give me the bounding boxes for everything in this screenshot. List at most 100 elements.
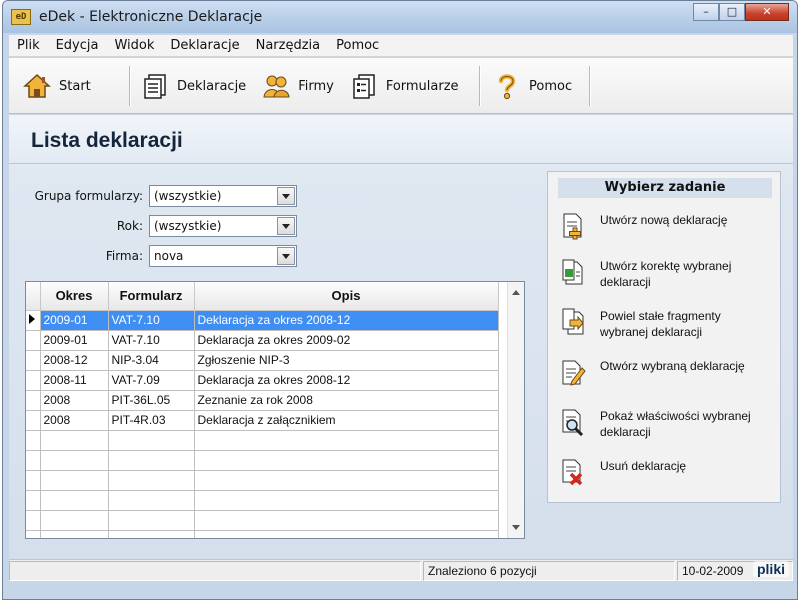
correction-document-icon bbox=[562, 259, 583, 285]
cell-opis[interactable]: Deklaracja za okres 2008-12 bbox=[194, 370, 499, 391]
header-formularz[interactable]: Formularz bbox=[108, 282, 195, 311]
cell-okres[interactable]: 2009-01 bbox=[40, 330, 109, 351]
menu-deklaracje[interactable]: Deklaracje bbox=[162, 35, 247, 57]
deklaracje-button[interactable]: Deklaracje bbox=[133, 66, 254, 106]
grupa-label: Grupa formularzy: bbox=[34, 189, 143, 203]
empty-table-row bbox=[26, 530, 499, 538]
firma-row: Firma: nova bbox=[17, 245, 297, 267]
firma-value: nova bbox=[154, 249, 184, 263]
firma-label: Firma: bbox=[105, 249, 143, 263]
status-bar: Znaleziono 6 pozycji 10-02-2009 bbox=[9, 559, 793, 581]
header-okres[interactable]: Okres bbox=[40, 282, 109, 311]
task-properties[interactable]: Pokaż właściwości wybranej deklaracji bbox=[560, 408, 760, 440]
pomoc-label: Pomoc bbox=[529, 78, 573, 94]
task-duplicate[interactable]: Powiel stałe fragmenty wybranej deklarac… bbox=[560, 308, 760, 340]
menu-edycja[interactable]: Edycja bbox=[48, 35, 107, 57]
empty-cell bbox=[26, 430, 41, 451]
start-button[interactable]: Start bbox=[15, 66, 99, 106]
chevron-down-icon[interactable] bbox=[277, 187, 295, 205]
header-opis[interactable]: Opis bbox=[194, 282, 499, 311]
cell-formularz[interactable]: VAT-7.10 bbox=[108, 330, 195, 351]
scroll-down-icon[interactable] bbox=[512, 525, 520, 530]
table-scrollbar[interactable] bbox=[507, 282, 524, 538]
edit-document-icon bbox=[562, 360, 586, 386]
table-row[interactable]: 2008 PIT-36L.05 Zeznanie za rok 2008 bbox=[26, 390, 499, 411]
cell-okres[interactable]: 2009-01 bbox=[40, 310, 109, 331]
menu-plik[interactable]: Plik bbox=[9, 35, 48, 57]
cell-okres[interactable]: 2008 bbox=[40, 390, 109, 411]
task-new-declaration[interactable]: Utwórz nową deklarację bbox=[560, 212, 760, 240]
firmy-button[interactable]: Firmy bbox=[254, 66, 342, 106]
menu-bar: Plik Edycja Widok Deklaracje Narzędzia P… bbox=[9, 35, 793, 57]
empty-cell bbox=[40, 450, 109, 471]
copy-document-icon bbox=[562, 308, 584, 335]
menu-widok[interactable]: Widok bbox=[106, 35, 162, 57]
formularze-button[interactable]: Formularze bbox=[342, 66, 467, 106]
cell-opis[interactable]: Deklaracja za okres 2008-12 bbox=[194, 310, 499, 331]
row-indicator bbox=[26, 310, 41, 331]
cell-formularz[interactable]: NIP-3.04 bbox=[108, 350, 195, 371]
scroll-up-icon[interactable] bbox=[512, 290, 520, 295]
status-left bbox=[9, 561, 421, 581]
empty-table-row bbox=[26, 450, 499, 471]
task-correction[interactable]: Utwórz korektę wybranej deklaracji bbox=[560, 258, 760, 290]
empty-cell bbox=[108, 450, 195, 471]
grupa-value: (wszystkie) bbox=[154, 189, 222, 203]
cell-okres[interactable]: 2008 bbox=[40, 410, 109, 431]
table-row[interactable]: 2008-11 VAT-7.09 Deklaracja za okres 2008-… bbox=[26, 370, 499, 391]
toolbar: Start Deklaracje Firmy Formularze Pomoc bbox=[9, 58, 793, 114]
pomoc-button[interactable]: Pomoc bbox=[485, 66, 580, 106]
cell-formularz[interactable]: VAT-7.10 bbox=[108, 310, 195, 331]
empty-cell bbox=[26, 530, 41, 538]
formularze-label: Formularze bbox=[385, 78, 459, 94]
close-button[interactable]: ✕ bbox=[745, 3, 789, 21]
chevron-down-icon[interactable] bbox=[277, 247, 295, 265]
app-icon: eD bbox=[11, 9, 31, 25]
empty-table-row bbox=[26, 430, 499, 451]
rok-row: Rok: (wszystkie) bbox=[17, 215, 297, 237]
empty-cell bbox=[40, 490, 109, 511]
task-label: Usuń deklarację bbox=[600, 459, 687, 473]
empty-cell bbox=[194, 470, 499, 491]
empty-cell bbox=[108, 490, 195, 511]
menu-pomoc[interactable]: Pomoc bbox=[328, 35, 387, 57]
title-bar[interactable]: eD eDek - Elektroniczne Deklaracje – □ ✕ bbox=[3, 1, 797, 33]
cell-formularz[interactable]: VAT-7.09 bbox=[108, 370, 195, 391]
empty-cell bbox=[26, 510, 41, 531]
firmy-label: Firmy bbox=[298, 78, 334, 94]
empty-cell bbox=[40, 530, 109, 538]
empty-table-row bbox=[26, 510, 499, 531]
table-row[interactable]: 2009-01 VAT-7.10 Deklaracja za okres 2008-… bbox=[26, 310, 499, 331]
minimize-button[interactable]: – bbox=[693, 3, 719, 21]
empty-cell bbox=[194, 490, 499, 511]
table-row[interactable]: 2008-12 NIP-3.04 Zgłoszenie NIP-3 bbox=[26, 350, 499, 371]
cell-opis[interactable]: Zeznanie za rok 2008 bbox=[194, 390, 499, 411]
chevron-down-icon[interactable] bbox=[277, 217, 295, 235]
cell-opis[interactable]: Zgłoszenie NIP-3 bbox=[194, 350, 499, 371]
grupa-select[interactable]: (wszystkie) bbox=[149, 185, 297, 207]
table-row[interactable]: 2009-01 VAT-7.10 Deklaracja za okres 2009-… bbox=[26, 330, 499, 351]
row-indicator bbox=[26, 330, 41, 351]
cell-formularz[interactable]: PIT-4R.03 bbox=[108, 410, 195, 431]
empty-cell bbox=[194, 530, 499, 538]
deklaracje-label: Deklaracje bbox=[177, 78, 247, 94]
page-title: Lista deklaracji bbox=[31, 129, 183, 152]
cell-okres[interactable]: 2008-11 bbox=[40, 370, 109, 391]
cell-formularz[interactable]: PIT-36L.05 bbox=[108, 390, 195, 411]
maximize-button[interactable]: □ bbox=[719, 3, 745, 21]
menu-narzedzia[interactable]: Narzędzia bbox=[248, 35, 329, 57]
cell-opis[interactable]: Deklaracja za okres 2009-02 bbox=[194, 330, 499, 351]
rok-select[interactable]: (wszystkie) bbox=[149, 215, 297, 237]
empty-cell bbox=[108, 470, 195, 491]
task-delete[interactable]: Usuń deklarację bbox=[560, 458, 760, 486]
cell-okres[interactable]: 2008-12 bbox=[40, 350, 109, 371]
firma-select[interactable]: nova bbox=[149, 245, 297, 267]
delete-document-icon bbox=[562, 459, 583, 486]
task-label: Otwórz wybraną deklarację bbox=[600, 359, 745, 373]
task-open[interactable]: Otwórz wybraną deklarację bbox=[560, 358, 760, 386]
empty-cell bbox=[108, 510, 195, 531]
row-indicator bbox=[26, 410, 41, 431]
task-panel-title: Wybierz zadanie bbox=[558, 178, 772, 198]
cell-opis[interactable]: Deklaracja z załącznikiem bbox=[194, 410, 499, 431]
table-row[interactable]: 2008 PIT-4R.03 Deklaracja z załącznikiem bbox=[26, 410, 499, 431]
